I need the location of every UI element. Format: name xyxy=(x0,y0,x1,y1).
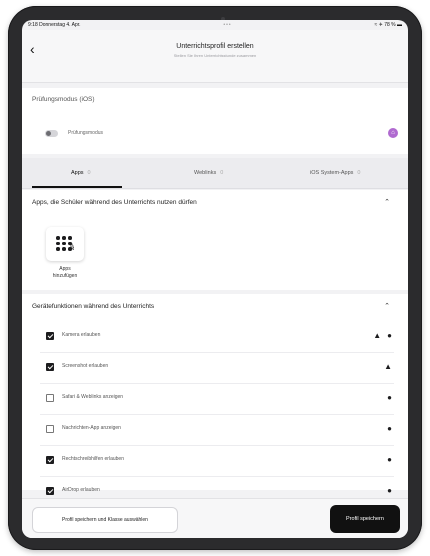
status-time: 9:18 Donnerstag 4. Apr. xyxy=(28,22,81,28)
checkbox[interactable] xyxy=(46,487,54,495)
platform-icons: ● xyxy=(387,424,392,433)
tab-apps-label: Apps xyxy=(71,170,84,176)
platform-icons: ▲ xyxy=(384,362,392,371)
chevron-up-icon[interactable]: ⌃ xyxy=(384,302,390,310)
apps-section: Apps, die Schüler während des Unterricht… xyxy=(22,190,408,290)
page-title: Unterrichtsprofil erstellen xyxy=(176,43,254,50)
tab-weblinks-label: Weblinks xyxy=(194,170,217,176)
save-profile-button[interactable]: Profil speichern xyxy=(330,505,400,533)
tab-weblinks-count: 0 xyxy=(220,170,224,176)
tab-apps-count: 0 xyxy=(87,170,91,176)
device-functions-section: Gerätefunktionen während des Unterrichts… xyxy=(22,294,408,495)
android-icon: ▲ xyxy=(384,362,392,371)
checkbox[interactable] xyxy=(46,363,54,371)
checkbox[interactable] xyxy=(46,332,54,340)
checkbox[interactable] xyxy=(46,394,54,402)
navigation-bar: ‹ Unterrichtsprofil erstellen Stellen Si… xyxy=(22,30,408,83)
multitasking-dots[interactable]: ••• xyxy=(223,22,231,28)
app-screen: 9:18 Donnerstag 4. Apr. ••• ≈ ✈ 78 % ▬ ‹… xyxy=(22,20,408,538)
feature-label: Kamera erlauben xyxy=(62,332,101,338)
feature-row-safari[interactable]: Safari & Weblinks anzeigen ● xyxy=(40,384,394,415)
status-indicators: ≈ ✈ 78 % ▬ xyxy=(374,22,403,28)
checkbox[interactable] xyxy=(46,425,54,433)
exam-mode-toggle[interactable] xyxy=(45,130,58,137)
feature-label: Nachrichten-App anzeigen xyxy=(62,425,121,431)
page-subtitle: Stellen Sie Ihren Unterrichtsstunde zusa… xyxy=(173,53,257,58)
chevron-up-icon[interactable]: ⌃ xyxy=(384,198,390,206)
exam-mode-toggle-label: Prüfungsmodus xyxy=(68,130,104,136)
feature-label: Safari & Weblinks anzeigen xyxy=(62,394,124,400)
exam-mode-title: Prüfungsmodus (iOS) xyxy=(32,96,95,103)
device-functions-title: Gerätefunktionen während des Unterrichts xyxy=(32,303,155,310)
apple-icon: ● xyxy=(387,393,392,402)
tab-ios-system-apps-label: iOS System-Apps xyxy=(310,170,354,176)
graduation-cap-icon[interactable]: ⌂ xyxy=(388,128,398,138)
exam-mode-section: Prüfungsmodus (iOS) Prüfungsmodus ⌂ xyxy=(22,88,408,154)
tab-ios-system-apps-count: 0 xyxy=(357,170,361,176)
active-tab-indicator xyxy=(32,186,122,188)
checkbox[interactable] xyxy=(46,456,54,464)
platform-icons: ● xyxy=(387,393,392,402)
add-apps-label-line1: Apps xyxy=(59,266,71,272)
feature-row-messages[interactable]: Nachrichten-App anzeigen ● xyxy=(40,415,394,446)
apple-icon: ● xyxy=(387,455,392,464)
tab-weblinks[interactable]: Weblinks 0 xyxy=(194,158,223,188)
feature-label: AirDrop erlauben xyxy=(62,487,100,493)
save-and-select-class-button[interactable]: Profil speichern und Klasse auswählen xyxy=(32,507,178,533)
tab-ios-system-apps[interactable]: iOS System-Apps 0 xyxy=(310,158,360,188)
platform-icons: ▲ ● xyxy=(373,331,392,340)
feature-row-spellcheck[interactable]: Rechtschreibhilfen erlauben ● xyxy=(40,446,394,477)
apps-section-title: Apps, die Schüler während des Unterricht… xyxy=(32,199,197,206)
feature-row-camera[interactable]: Kamera erlauben ▲ ● xyxy=(40,322,394,353)
status-bar: 9:18 Donnerstag 4. Apr. ••• ≈ ✈ 78 % ▬ xyxy=(22,20,408,30)
apple-icon: ● xyxy=(387,331,392,340)
apple-icon: ● xyxy=(387,486,392,495)
add-apps-label-line2: hinzufügen xyxy=(52,273,78,279)
footer-bar: Profil speichern und Klasse auswählen Pr… xyxy=(22,498,408,538)
platform-icons: ● xyxy=(387,455,392,464)
add-apps-button[interactable]: ✎ xyxy=(46,227,84,261)
apple-icon: ● xyxy=(387,424,392,433)
feature-label: Screenshot erlauben xyxy=(62,363,109,369)
feature-row-screenshot[interactable]: Screenshot erlauben ▲ xyxy=(40,353,394,384)
tab-apps[interactable]: Apps 0 xyxy=(71,158,91,188)
tab-bar: Apps 0 Weblinks 0 iOS System-Apps 0 xyxy=(22,158,408,189)
platform-icons: ● xyxy=(387,486,392,495)
toggle-knob xyxy=(46,131,51,136)
android-icon: ▲ xyxy=(373,331,382,340)
feature-label: Rechtschreibhilfen erlauben xyxy=(62,456,124,462)
add-apps-label[interactable]: Apps hinzufügen xyxy=(36,266,94,280)
